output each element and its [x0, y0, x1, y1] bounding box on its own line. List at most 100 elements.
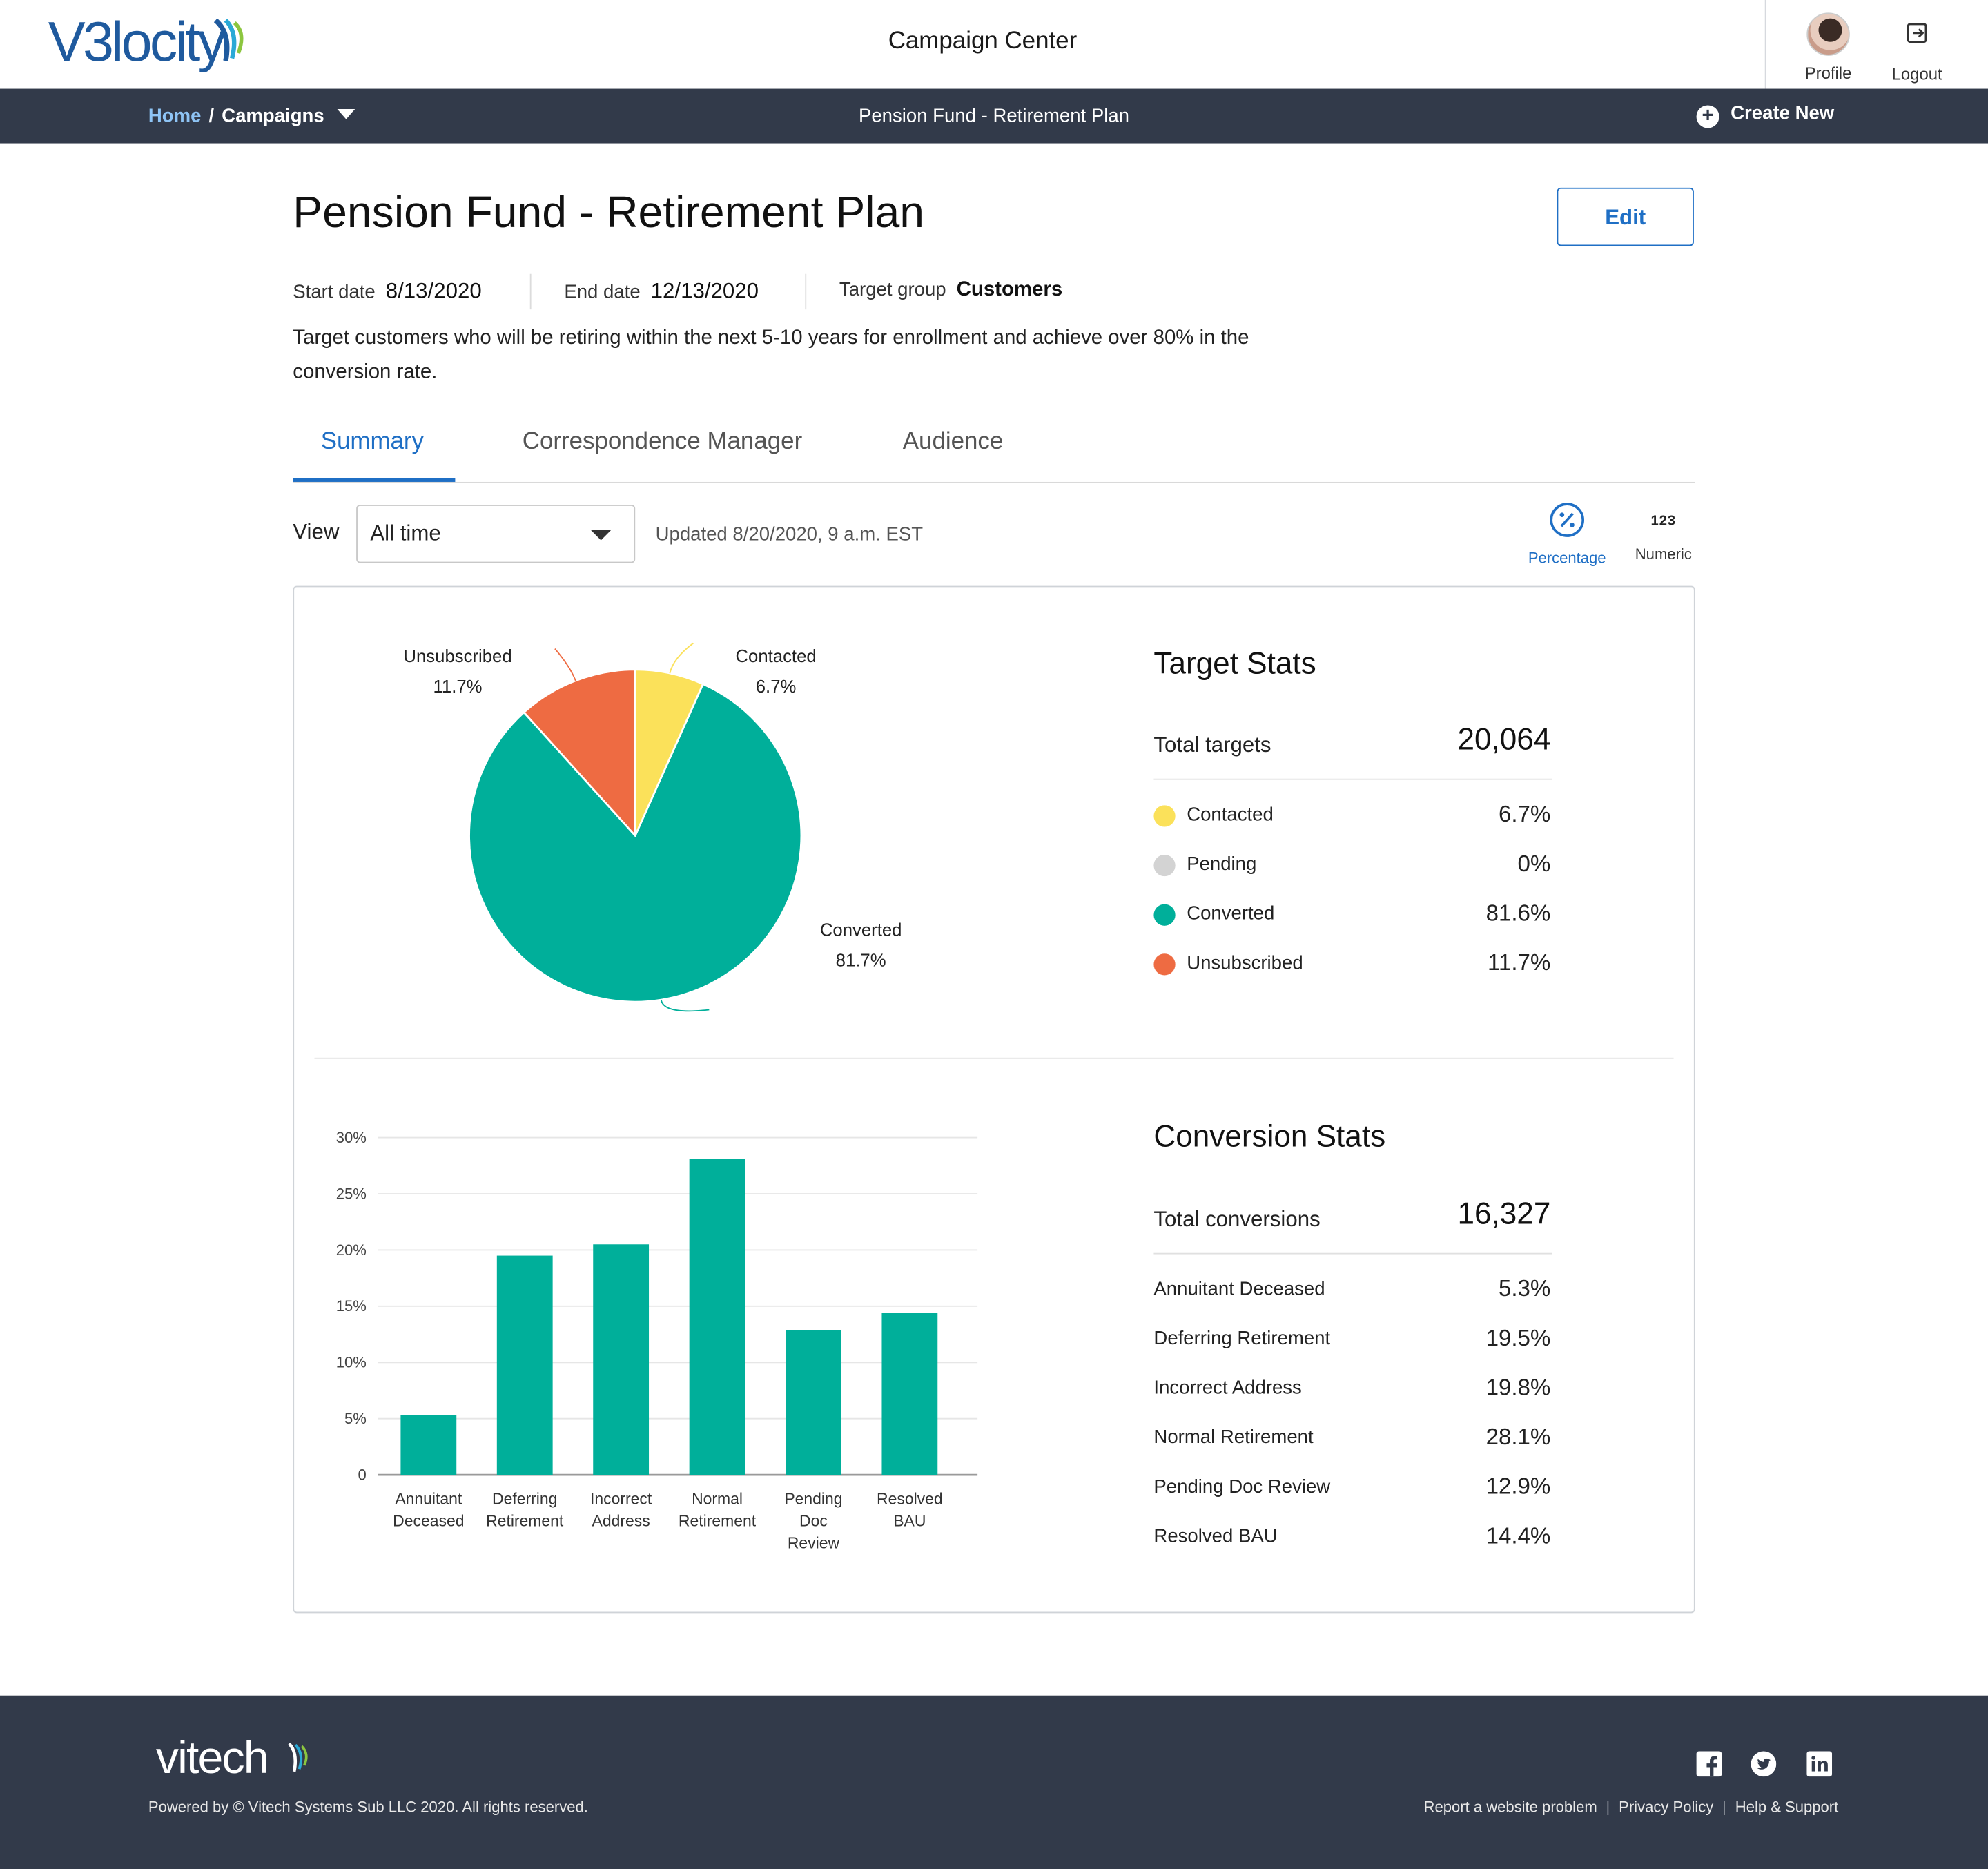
page-title: Pension Fund - Retirement Plan: [293, 187, 925, 238]
target-row-contacted-label: Contacted: [1187, 804, 1274, 826]
profile-label: Profile: [1804, 63, 1852, 83]
y-tick-label: 30%: [336, 1129, 367, 1146]
legend-dot-contacted: [1153, 805, 1176, 827]
tab-correspondence-manager[interactable]: Correspondence Manager: [523, 429, 802, 456]
meta-divider: [805, 273, 807, 310]
report-problem-link[interactable]: Report a website problem: [1424, 1798, 1597, 1816]
conversion-bar-chart: 0 5% 10% 15% 20% 25% 30% Annuitant Deceased Defe…: [336, 1129, 978, 1552]
copyright-text: Powered by © Vitech Systems Sub LLC 2020…: [148, 1798, 588, 1817]
target-row-contacted-value: 6.7%: [1498, 801, 1551, 827]
bar[interactable]: [496, 1255, 553, 1475]
help-support-link[interactable]: Help & Support: [1735, 1798, 1838, 1816]
pie-label-converted-value: 81.7%: [835, 949, 886, 971]
nav-bar: Home / Campaigns Pension Fund - Retirement…: [0, 88, 1988, 144]
end-date-label: End date: [564, 281, 641, 303]
x-tick-label: Deferring Retirement: [486, 1489, 564, 1529]
numeric-toggle[interactable]: 123 Numeric: [1626, 502, 1702, 563]
bar[interactable]: [881, 1313, 938, 1475]
start-date-label: Start date: [293, 281, 376, 303]
y-tick-label: 15%: [336, 1297, 367, 1315]
logout-label: Logout: [1891, 64, 1942, 84]
target-row-pending-label: Pending: [1187, 853, 1257, 875]
conversion-row-label: Normal Retirement: [1153, 1426, 1314, 1449]
legend-dot-unsubscribed: [1153, 953, 1176, 976]
numeric-icon: 123: [1650, 513, 1677, 529]
conversion-row-label: Resolved BAU: [1153, 1525, 1278, 1547]
caret-down-icon: [590, 530, 612, 541]
header-actions: Profile Logout: [1764, 0, 1988, 89]
tab-bar: Summary Correspondence Manager Audience: [293, 418, 1695, 483]
logout-button[interactable]: Logout: [1873, 10, 1962, 84]
view-select[interactable]: All time: [356, 505, 636, 563]
logout-icon: [1907, 23, 1927, 43]
conversion-row-value: 14.4%: [1485, 1522, 1551, 1549]
total-targets-label: Total targets: [1153, 733, 1271, 757]
bar[interactable]: [689, 1159, 746, 1475]
view-label: View: [293, 520, 340, 544]
conversion-row-value: 19.8%: [1485, 1375, 1551, 1400]
vitech-logo[interactable]: vitech: [156, 1731, 269, 1784]
target-stats-divider: [1153, 778, 1552, 780]
conversion-row-value: 19.5%: [1485, 1325, 1551, 1351]
conversion-row-label: Incorrect Address: [1153, 1377, 1302, 1399]
footer-link-divider: |: [1722, 1798, 1726, 1817]
total-targets-value: 20,064: [1457, 722, 1551, 757]
profile-button[interactable]: Profile: [1784, 10, 1873, 83]
start-date: Start date 8/13/2020: [293, 279, 481, 304]
x-tick-label: Pending Doc Review: [784, 1489, 842, 1551]
conversion-row-label: Annuitant Deceased: [1153, 1278, 1325, 1300]
x-tick-label: Annuitant Deceased: [393, 1489, 464, 1529]
footer-link-divider: |: [1606, 1798, 1610, 1817]
twitter-icon[interactable]: [1751, 1751, 1777, 1777]
y-tick-label: 0: [358, 1466, 367, 1483]
percent-icon: [1550, 503, 1585, 537]
percentage-toggle[interactable]: Percentage: [1521, 502, 1612, 567]
target-group: Target group Customers: [839, 279, 1062, 302]
page: V3locity Campaign Center Profile Logout …: [0, 0, 1988, 1869]
edit-button[interactable]: Edit: [1557, 187, 1694, 246]
bar[interactable]: [593, 1244, 650, 1475]
end-date-value: 12/13/2020: [650, 279, 759, 303]
end-date: End date 12/13/2020: [564, 279, 759, 304]
percentage-label: Percentage: [1528, 549, 1606, 568]
conversion-row-value: 5.3%: [1498, 1275, 1551, 1301]
campaign-description: Target customers who will be retiring wi…: [293, 327, 1249, 383]
conversion-row-label: Deferring Retirement: [1153, 1328, 1331, 1350]
pie-label-unsubscribed-name: Unsubscribed: [403, 645, 512, 666]
tab-audience[interactable]: Audience: [903, 429, 1004, 456]
tab-summary[interactable]: Summary: [321, 429, 424, 456]
bar[interactable]: [400, 1415, 457, 1475]
facebook-icon[interactable]: [1696, 1751, 1722, 1777]
app-header: V3locity Campaign Center Profile Logout: [0, 0, 1988, 90]
bar[interactable]: [786, 1330, 841, 1475]
x-tick-label: Normal Retirement: [679, 1489, 757, 1529]
pie-label-contacted-name: Contacted: [735, 645, 817, 666]
total-conversions-label: Total conversions: [1153, 1207, 1321, 1232]
target-stats-title: Target Stats: [1153, 646, 1316, 681]
pie-label-unsubscribed-value: 11.7%: [433, 675, 483, 697]
vitech-logo-wing-icon: [288, 1742, 308, 1772]
y-tick-label: 25%: [336, 1185, 367, 1202]
pie-label-converted: Converted 81.7%: [797, 914, 924, 975]
pie-label-contacted: Contacted 6.7%: [712, 641, 839, 701]
numeric-label: Numeric: [1635, 545, 1692, 563]
create-new-label: Create New: [1731, 102, 1835, 125]
target-row-converted-label: Converted: [1187, 902, 1275, 924]
conversion-stats-divider: [1153, 1252, 1552, 1255]
pie-label-unsubscribed: Unsubscribed 11.7%: [380, 641, 535, 701]
footer: vitech Powered by © Vitech Systems Sub L…: [0, 1695, 1988, 1869]
pie-leader-line: [554, 648, 576, 681]
x-tick-label: Resolved BAU: [877, 1489, 943, 1529]
x-tick-label: Incorrect Address: [590, 1489, 652, 1529]
y-tick-label: 10%: [336, 1354, 367, 1371]
linkedin-icon[interactable]: [1806, 1751, 1833, 1777]
updated-timestamp: Updated 8/20/2020, 9 a.m. EST: [655, 523, 924, 545]
target-row-unsubscribed-label: Unsubscribed: [1187, 952, 1303, 974]
pie-label-converted-name: Converted: [819, 919, 902, 940]
active-tab-indicator: [293, 478, 456, 482]
create-new-button[interactable]: + Create New: [1696, 102, 1835, 128]
privacy-policy-link[interactable]: Privacy Policy: [1619, 1798, 1713, 1816]
meta-divider: [529, 273, 532, 310]
card-divider: [314, 1057, 1674, 1059]
app-title: Campaign Center: [888, 28, 1078, 55]
